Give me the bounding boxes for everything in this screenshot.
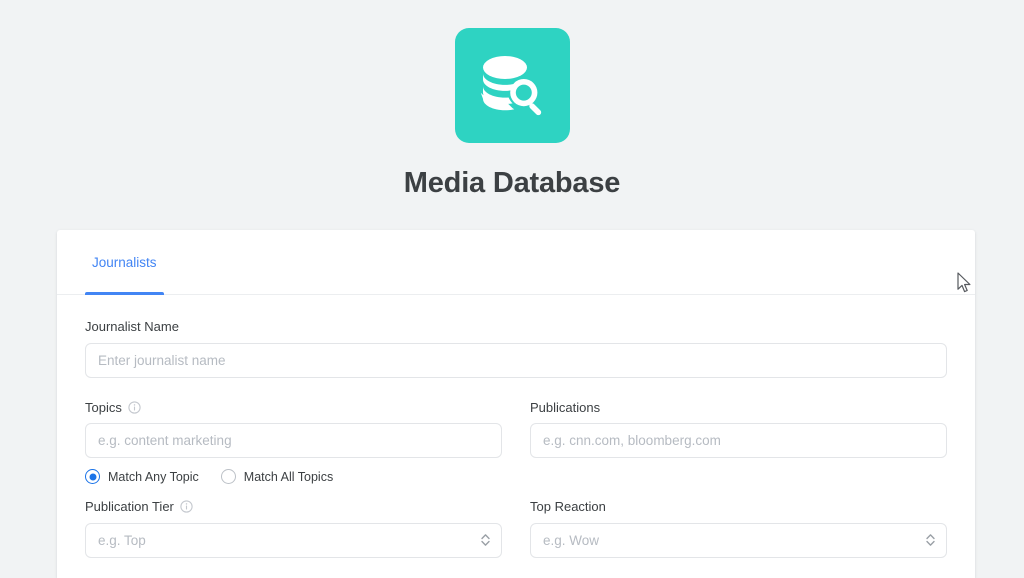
publication-tier-label-text: Publication Tier (85, 499, 174, 515)
journalist-search-form: Journalist Name Topics (57, 295, 975, 558)
radio-any-mark (85, 469, 100, 484)
radio-match-all-topics[interactable]: Match All Topics (221, 469, 333, 484)
top-reaction-input[interactable] (530, 523, 947, 558)
database-search-icon (455, 28, 570, 143)
search-panel-card: Journalists Journalist Name Topics (57, 230, 975, 578)
publications-input[interactable] (530, 423, 947, 458)
topics-label-text: Topics (85, 400, 122, 416)
row-tier-reaction: Publication Tier (85, 499, 947, 558)
publication-tier-select-wrap (85, 523, 502, 558)
journalist-name-label: Journalist Name (85, 319, 947, 335)
publication-tier-input[interactable] (85, 523, 502, 558)
field-publication-tier: Publication Tier (85, 499, 502, 558)
topics-input[interactable] (85, 423, 502, 458)
tab-bar: Journalists (57, 230, 975, 295)
publications-label: Publications (530, 400, 947, 416)
field-topics: Topics Match Any (85, 400, 502, 485)
field-top-reaction: Top Reaction (530, 499, 947, 558)
top-reaction-label-text: Top Reaction (530, 499, 606, 515)
info-icon[interactable] (128, 401, 141, 414)
app-header: Media Database (0, 0, 1024, 198)
radio-all-mark (221, 469, 236, 484)
journalist-name-label-text: Journalist Name (85, 319, 179, 335)
field-journalist-name: Journalist Name (85, 319, 947, 378)
radio-all-label: Match All Topics (244, 470, 333, 484)
page-root: Media Database Journalists Journalist Na… (0, 0, 1024, 578)
top-reaction-select-wrap (530, 523, 947, 558)
radio-any-label: Match Any Topic (108, 470, 199, 484)
publication-tier-label: Publication Tier (85, 499, 502, 515)
top-reaction-label: Top Reaction (530, 499, 947, 515)
page-title: Media Database (404, 169, 620, 198)
radio-match-any-topic[interactable]: Match Any Topic (85, 469, 199, 484)
info-icon[interactable] (180, 500, 193, 513)
row-topics-publications: Topics Match Any (85, 400, 947, 485)
topics-label: Topics (85, 400, 502, 416)
journalist-name-input[interactable] (85, 343, 947, 378)
field-publications: Publications (530, 400, 947, 485)
topics-match-mode-group: Match Any Topic Match All Topics (85, 469, 502, 484)
tab-journalists-label: Journalists (92, 255, 157, 270)
tab-journalists[interactable]: Journalists (85, 230, 164, 294)
publications-label-text: Publications (530, 400, 600, 416)
